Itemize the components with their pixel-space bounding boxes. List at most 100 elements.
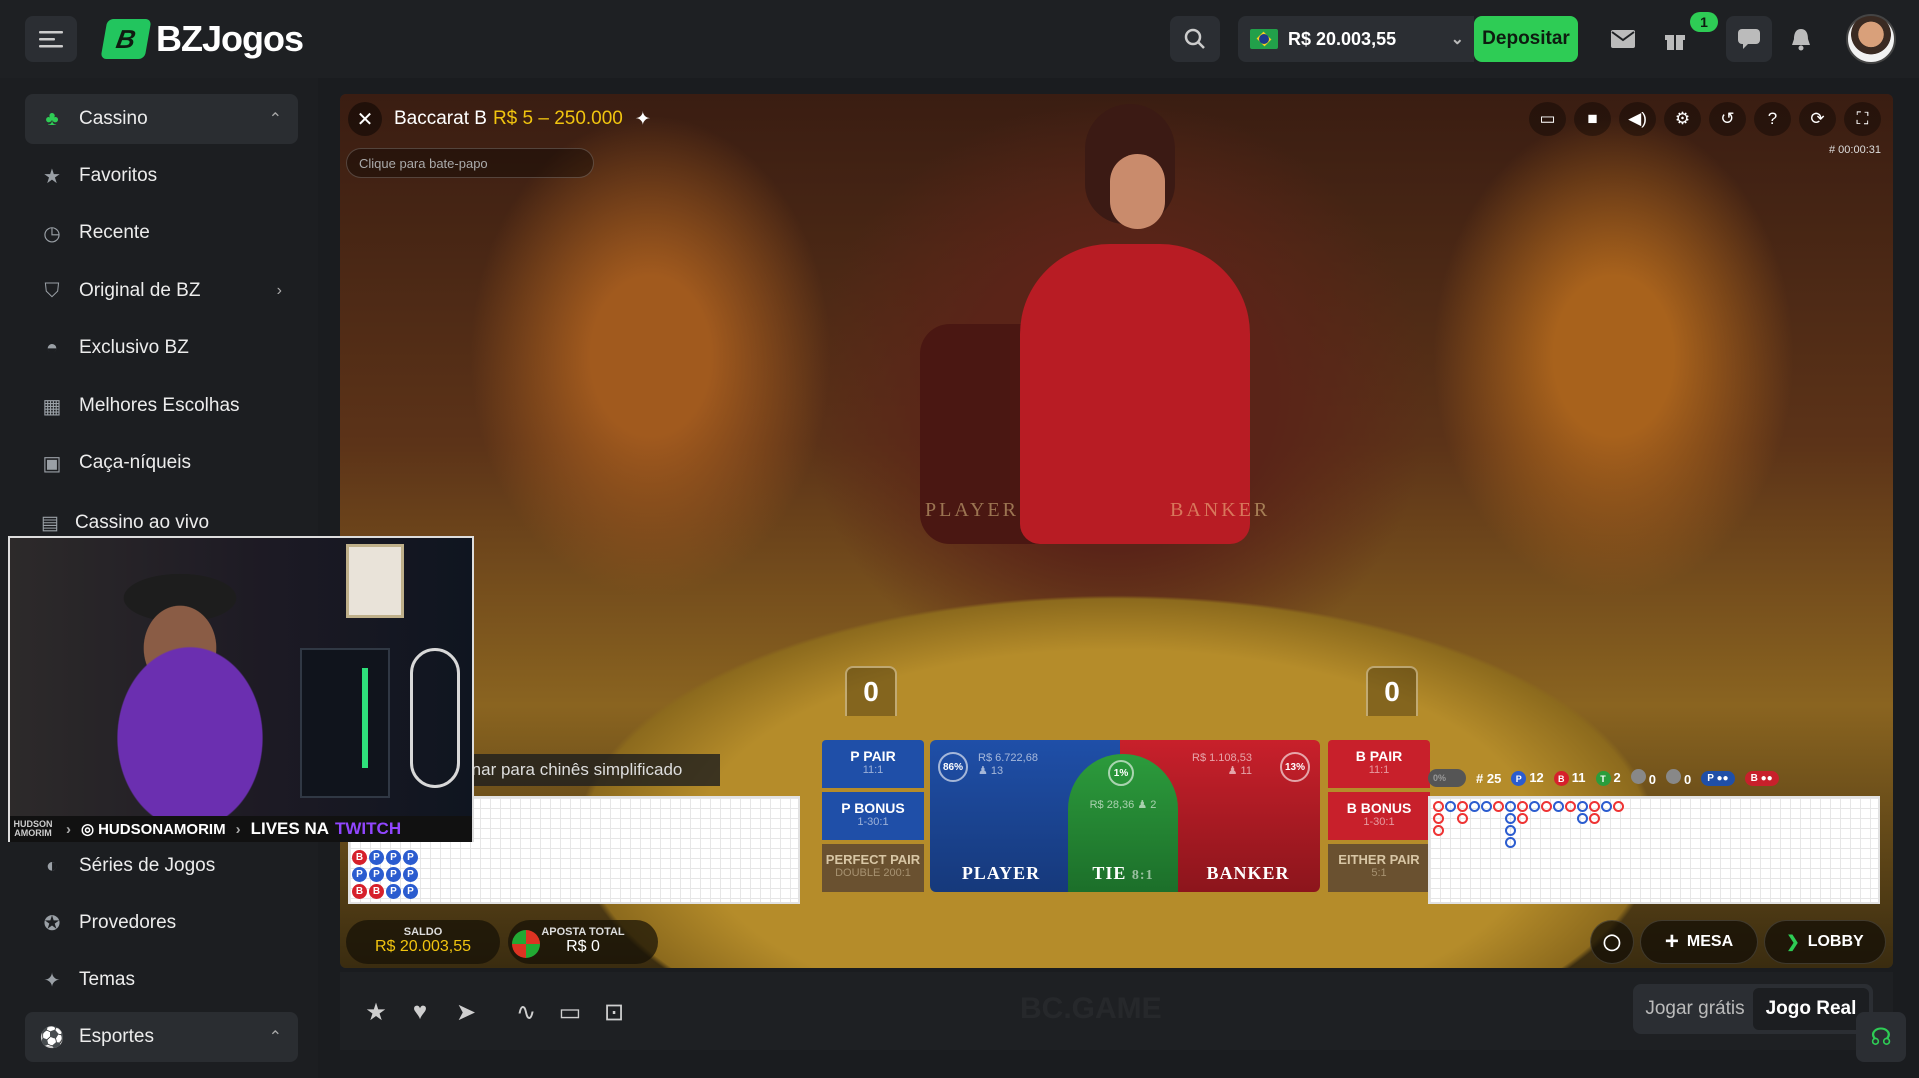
theater-mode-button[interactable]: ▭ <box>554 996 586 1028</box>
close-game-button[interactable]: ✕ <box>348 102 382 136</box>
bead-player: P <box>386 884 401 899</box>
banker-pairs: 0 <box>1684 772 1692 787</box>
settings-button[interactable]: ⚙ <box>1664 102 1701 136</box>
bet-player-pair[interactable]: P PAIR 11:1 <box>822 740 924 788</box>
lobby-button[interactable]: ❯ LOBBY <box>1764 920 1886 964</box>
bet-banker-pair[interactable]: B PAIR 11:1 <box>1328 740 1430 788</box>
banker-prediction-button[interactable]: B ●● <box>1744 770 1779 786</box>
plus-icon: + <box>1664 928 1679 955</box>
player-pairs-stat: 0 <box>1630 769 1656 787</box>
history-icon: ↺ <box>1720 109 1735 128</box>
sidebar-item-melhores-escolhas[interactable]: ▦ Melhores Escolhas <box>25 381 298 431</box>
sidebar-item-cassino[interactable]: ♣ Cassino ⌃ <box>25 94 298 144</box>
sidebar-item-label: Séries de Jogos <box>79 855 216 876</box>
support-button[interactable]: ☊ <box>1856 1012 1906 1062</box>
sidebar-item-cassino-ao-vivo[interactable]: ▤ Cassino ao vivo <box>25 508 298 538</box>
bead-player: P <box>369 867 384 882</box>
user-avatar[interactable] <box>1846 14 1896 64</box>
road-marker <box>1433 825 1444 836</box>
gaming-pc <box>300 648 390 798</box>
streamer-handle: HUDSONAMORIM <box>98 820 226 838</box>
search-button[interactable] <box>1170 16 1220 62</box>
bet-banker-bonus[interactable]: B BONUS 1-30:1 <box>1328 792 1430 840</box>
chevron-right-icon[interactable]: › <box>277 282 282 300</box>
star-icon: ★ <box>365 998 387 1026</box>
chat-icon <box>1738 29 1760 49</box>
banker-wins: 11 <box>1571 769 1586 785</box>
road-marker <box>1469 801 1480 812</box>
chevron-up-icon[interactable]: ⌃ <box>269 109 282 129</box>
road-marker <box>1541 801 1552 812</box>
free-play-tab[interactable]: Jogar grátis <box>1637 988 1753 1030</box>
bet-tie[interactable]: 1% R$ 28,36 ♟ 2 TIE 8:1 <box>1068 754 1178 892</box>
sound-button[interactable]: ◀) <box>1619 102 1656 136</box>
streamer-banner: HUDSON AMORIM › ◎ HUDSONAMORIM › LIVES N… <box>10 816 472 842</box>
chevron-up-icon[interactable]: ⌃ <box>269 1027 282 1047</box>
road-marker <box>1457 801 1468 812</box>
stats-button[interactable]: ∿ <box>510 996 542 1028</box>
sidebar-item-label: Cassino <box>79 108 148 129</box>
chat-button[interactable] <box>1726 16 1772 62</box>
translate-tooltip[interactable]: rnar para chinês simplificado <box>452 754 720 786</box>
bet-label: B BONUS <box>1346 800 1412 816</box>
logo-mark: B <box>100 19 152 59</box>
refresh-button[interactable]: ⟳ <box>1799 102 1836 136</box>
sidebar-item-label: Original de BZ <box>79 280 201 301</box>
pin-icon[interactable]: ✦ <box>635 108 651 131</box>
bead-banker: B <box>352 884 367 899</box>
help-button[interactable]: ? <box>1754 102 1791 136</box>
menu-toggle-button[interactable] <box>25 16 77 62</box>
bead-player: P <box>386 867 401 882</box>
fullscreen-icon: ⛶ <box>1856 109 1869 128</box>
deposit-button[interactable]: Depositar <box>1474 16 1578 62</box>
favorite-star-button[interactable]: ★ <box>360 996 392 1028</box>
chat-bubble-button[interactable]: ◯ <box>1590 920 1634 964</box>
play-mode-switch: Jogar grátis Jogo Real <box>1633 984 1873 1034</box>
focus-icon: ⊡ <box>603 998 625 1026</box>
send-icon: ➤ <box>455 998 477 1026</box>
instagram-icon: ◎ <box>81 821 95 838</box>
wallet-balance: R$ 20.003,55 <box>1288 28 1397 49</box>
notifications-button[interactable] <box>1778 16 1824 62</box>
bet-player-bonus[interactable]: P BONUS 1-30:1 <box>822 792 924 840</box>
mail-icon <box>1611 30 1635 48</box>
sidebar-item-label: Provedores <box>79 912 177 933</box>
players-icon: ♟ <box>1137 799 1148 811</box>
menu-icon <box>39 31 63 48</box>
sidebar-item-original-bz[interactable]: ⛉ Original de BZ › <box>25 266 298 316</box>
video-button[interactable]: ■ <box>1574 102 1611 136</box>
sidebar-item-caca-niqueis[interactable]: ▣ Caça-níqueis <box>25 438 298 488</box>
history-button[interactable]: ↺ <box>1709 102 1746 136</box>
add-table-button[interactable]: + MESA <box>1640 920 1758 964</box>
webcam-feed <box>10 538 472 816</box>
road-toggle[interactable]: 0% <box>1428 769 1466 787</box>
site-logo[interactable]: B BZJogos <box>100 18 304 60</box>
focus-mode-button[interactable]: ⊡ <box>598 996 630 1028</box>
sidebar-item-esportes[interactable]: ⚽ Esportes ⌃ <box>25 1012 298 1062</box>
mail-button[interactable] <box>1600 16 1646 62</box>
banker-bet-label: BANKER <box>1206 863 1290 883</box>
road-marker <box>1517 801 1528 812</box>
bet-either-pair[interactable]: EITHER PAIR 5:1 <box>1328 844 1430 892</box>
tie-label-text: TIE <box>1092 863 1127 883</box>
wallet-selector[interactable]: R$ 20.003,55 ⌄ <box>1238 16 1474 62</box>
road-marker <box>1493 801 1504 812</box>
like-button[interactable]: ♥ <box>404 996 436 1028</box>
sidebar-item-favoritos[interactable]: ★ Favoritos <box>25 151 298 201</box>
sidebar-item-provedores[interactable]: ✪ Provedores <box>25 898 298 948</box>
chat-toggle-button[interactable]: ▭ <box>1529 102 1566 136</box>
big-road[interactable] <box>1428 796 1880 904</box>
sidebar-item-series-jogos[interactable]: ◐ Séries de Jogos <box>25 841 298 891</box>
chat-input[interactable]: Clique para bate-papo <box>346 148 594 178</box>
game-title-bar: ✕ Baccarat B R$ 5 – 250.000 ✦ <box>348 102 651 136</box>
fullscreen-button[interactable]: ⛶ <box>1844 102 1881 136</box>
sidebar-item-recente[interactable]: ◷ Recente <box>25 208 298 258</box>
player-prediction-button[interactable]: P ●● <box>1701 770 1735 786</box>
total-bet-display: APOSTA TOTAL R$ 0 <box>508 920 658 964</box>
share-button[interactable]: ➤ <box>450 996 482 1028</box>
player-wins: 12 <box>1529 769 1544 785</box>
real-play-tab[interactable]: Jogo Real <box>1753 988 1869 1030</box>
sidebar-item-exclusivo-bz[interactable]: ◓ Exclusivo BZ <box>25 323 298 373</box>
table-player-label: PLAYER <box>925 499 1019 521</box>
sidebar-item-temas[interactable]: ✦ Temas <box>25 955 298 1005</box>
